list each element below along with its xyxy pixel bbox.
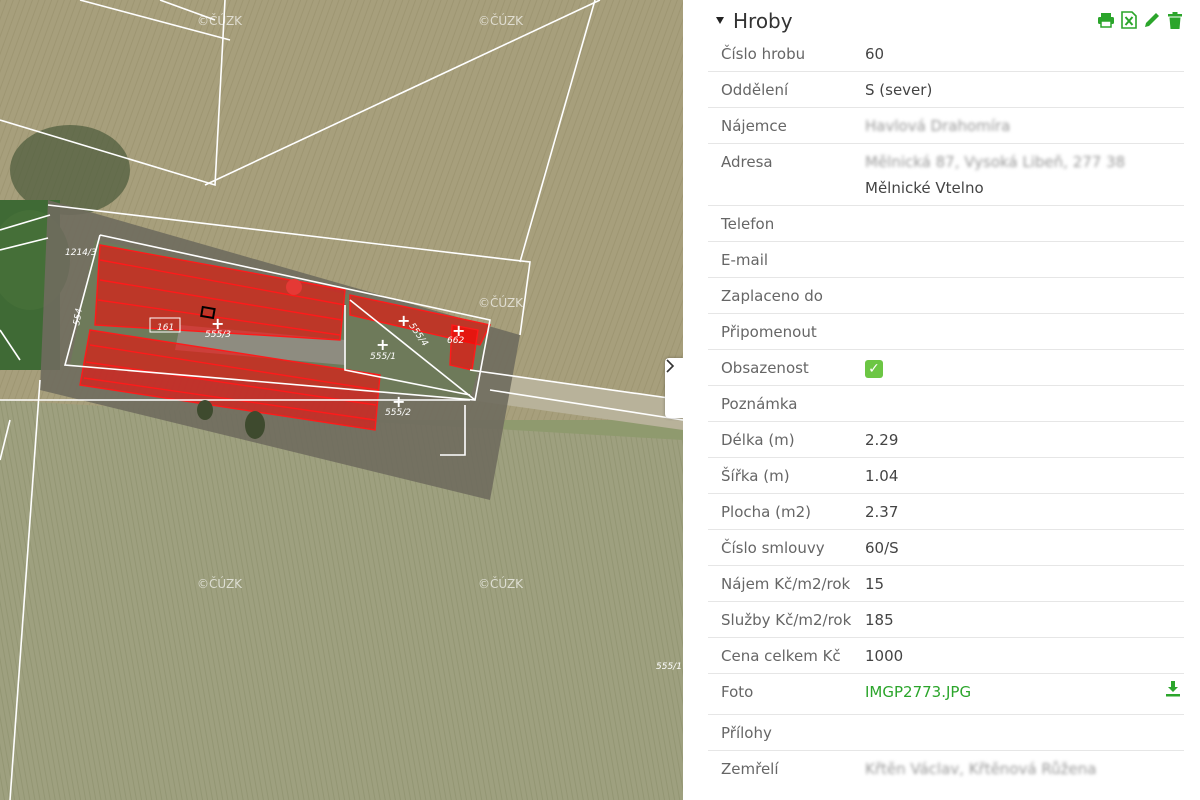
detail-row-reminder: Připomenout bbox=[708, 314, 1184, 350]
row-value bbox=[865, 238, 1184, 277]
row-label: Služby Kč/m2/rok bbox=[721, 611, 852, 629]
detail-row-address: Adresa Mělnická 87, Vysoká Libeň, 277 38… bbox=[708, 144, 1184, 206]
edit-button[interactable] bbox=[1143, 11, 1161, 29]
chevron-right-icon bbox=[666, 359, 675, 373]
detail-row-total-price: Cena celkem Kč 1000 bbox=[708, 638, 1184, 674]
row-label: Číslo hrobu bbox=[721, 45, 806, 63]
row-label: E-mail bbox=[721, 251, 769, 269]
map-watermark: ©ČÚZK bbox=[197, 577, 243, 591]
detail-row-section: Oddělení S (sever) bbox=[708, 72, 1184, 108]
detail-row-paid-until: Zaplaceno do bbox=[708, 278, 1184, 314]
detail-row-occupancy: Obsazenost ✓ bbox=[708, 350, 1184, 386]
map-watermark: ©ČÚZK bbox=[478, 296, 524, 310]
row-label: Nájem Kč/m2/rok bbox=[721, 575, 851, 593]
trash-icon bbox=[1168, 11, 1182, 29]
parcel-marker-cross: + bbox=[392, 392, 406, 411]
delete-button[interactable] bbox=[1166, 11, 1184, 29]
detail-row-tenant: Nájemce Havlová Drahomíra bbox=[708, 108, 1184, 144]
row-value: 15 bbox=[865, 575, 885, 593]
row-label: Cena celkem Kč bbox=[721, 647, 841, 665]
print-button[interactable] bbox=[1097, 11, 1115, 29]
row-label: Číslo smlouvy bbox=[721, 539, 825, 557]
row-label: Plocha (m2) bbox=[721, 503, 811, 521]
parcel-marker-cross: + bbox=[397, 311, 411, 330]
detail-row-photo: Foto IMGP2773.JPG bbox=[708, 674, 1184, 715]
row-value: 60 bbox=[865, 45, 885, 63]
row-label: Přílohy bbox=[721, 724, 772, 742]
row-value-redacted: Mělnická 87, Vysoká Libeň, 277 38 bbox=[865, 153, 1126, 171]
row-value-redacted: Křtěn Václav, Křtěnová Růžena bbox=[865, 760, 1097, 778]
parcel-marker-cross: + bbox=[211, 314, 225, 333]
photo-link[interactable]: IMGP2773.JPG bbox=[865, 683, 971, 701]
row-value: 2.37 bbox=[865, 503, 899, 521]
row-value: 1.04 bbox=[865, 467, 899, 485]
grave-detail-table: Číslo hrobu 60 Oddělení S (sever) Nájemc… bbox=[708, 36, 1184, 786]
aerial-map[interactable] bbox=[0, 0, 683, 800]
parcel-marker-cross: + bbox=[376, 335, 390, 354]
row-value: S (sever) bbox=[865, 81, 933, 99]
detail-row-grave-number: Číslo hrobu 60 bbox=[708, 36, 1184, 72]
row-value: 2.29 bbox=[865, 431, 899, 449]
row-value-line2: Mělnické Vtelno bbox=[865, 179, 984, 197]
print-icon bbox=[1098, 13, 1114, 28]
row-label: Obsazenost bbox=[721, 359, 809, 377]
parcel-label: 1214/3 bbox=[65, 248, 97, 258]
row-label: Délka (m) bbox=[721, 431, 795, 449]
export-excel-button[interactable] bbox=[1120, 11, 1138, 29]
row-value bbox=[865, 310, 1184, 349]
map-watermark: ©ČÚZK bbox=[478, 14, 524, 28]
row-value-redacted: Havlová Drahomíra bbox=[865, 117, 1011, 135]
row-label: Šířka (m) bbox=[721, 467, 790, 485]
detail-row-email: E-mail bbox=[708, 242, 1184, 278]
excel-icon bbox=[1121, 11, 1137, 29]
row-value bbox=[865, 711, 1184, 750]
detail-row-note: Poznámka bbox=[708, 386, 1184, 422]
parcel-marker-cross: + bbox=[452, 321, 466, 340]
row-label: Oddělení bbox=[721, 81, 789, 99]
panel-title: Hroby bbox=[733, 9, 793, 33]
row-value: 1000 bbox=[865, 647, 904, 665]
download-button[interactable] bbox=[1166, 679, 1180, 705]
checkmark-icon: ✓ bbox=[865, 360, 883, 378]
location-marker bbox=[286, 279, 302, 295]
panel-collapse-toggle[interactable] bbox=[665, 358, 683, 418]
pencil-icon bbox=[1145, 13, 1159, 27]
row-label: Nájemce bbox=[721, 117, 787, 135]
detail-row-phone: Telefon bbox=[708, 206, 1184, 242]
row-value: 60/S bbox=[865, 539, 899, 557]
row-value bbox=[865, 274, 1184, 313]
panel-toolbar bbox=[1097, 11, 1184, 29]
section-toggle[interactable]: Hroby bbox=[697, 8, 793, 34]
map-watermark: ©ČÚZK bbox=[478, 577, 524, 591]
row-label: Foto bbox=[721, 683, 754, 701]
detail-panel: Hroby Číslo hrobu 60 Oddělení S (sever) … bbox=[683, 0, 1200, 800]
detail-row-area: Plocha (m2) 2.37 bbox=[708, 494, 1184, 530]
row-value: 185 bbox=[865, 611, 894, 629]
map-watermark: ©ČÚZK bbox=[197, 14, 243, 28]
row-label: Připomenout bbox=[721, 323, 817, 341]
row-value bbox=[865, 202, 1184, 241]
map-view[interactable]: ©ČÚZK ©ČÚZK ©ČÚZK ©ČÚZK ©ČÚZK 1214/3 161… bbox=[0, 0, 683, 800]
tree-shadow bbox=[197, 400, 213, 420]
detail-row-length: Délka (m) 2.29 bbox=[708, 422, 1184, 458]
parcel-label: 161 bbox=[157, 323, 175, 333]
detail-row-rent: Nájem Kč/m2/rok 15 bbox=[708, 566, 1184, 602]
detail-row-deceased: Zemřelí Křtěn Václav, Křtěnová Růžena bbox=[708, 751, 1184, 786]
detail-row-services: Služby Kč/m2/rok 185 bbox=[708, 602, 1184, 638]
detail-row-contract-number: Číslo smlouvy 60/S bbox=[708, 530, 1184, 566]
row-label: Zemřelí bbox=[721, 760, 779, 778]
parcel-label: 555/1 bbox=[656, 662, 682, 672]
row-label: Zaplaceno do bbox=[721, 287, 823, 305]
row-value bbox=[865, 382, 1184, 421]
detail-row-width: Šířka (m) 1.04 bbox=[708, 458, 1184, 494]
download-icon bbox=[1166, 681, 1180, 697]
row-label: Telefon bbox=[721, 215, 775, 233]
row-label: Adresa bbox=[721, 153, 773, 171]
row-label: Poznámka bbox=[721, 395, 798, 413]
tree-shadow bbox=[245, 411, 265, 439]
detail-row-attachments: Přílohy bbox=[708, 715, 1184, 751]
caret-down-icon bbox=[716, 17, 724, 24]
